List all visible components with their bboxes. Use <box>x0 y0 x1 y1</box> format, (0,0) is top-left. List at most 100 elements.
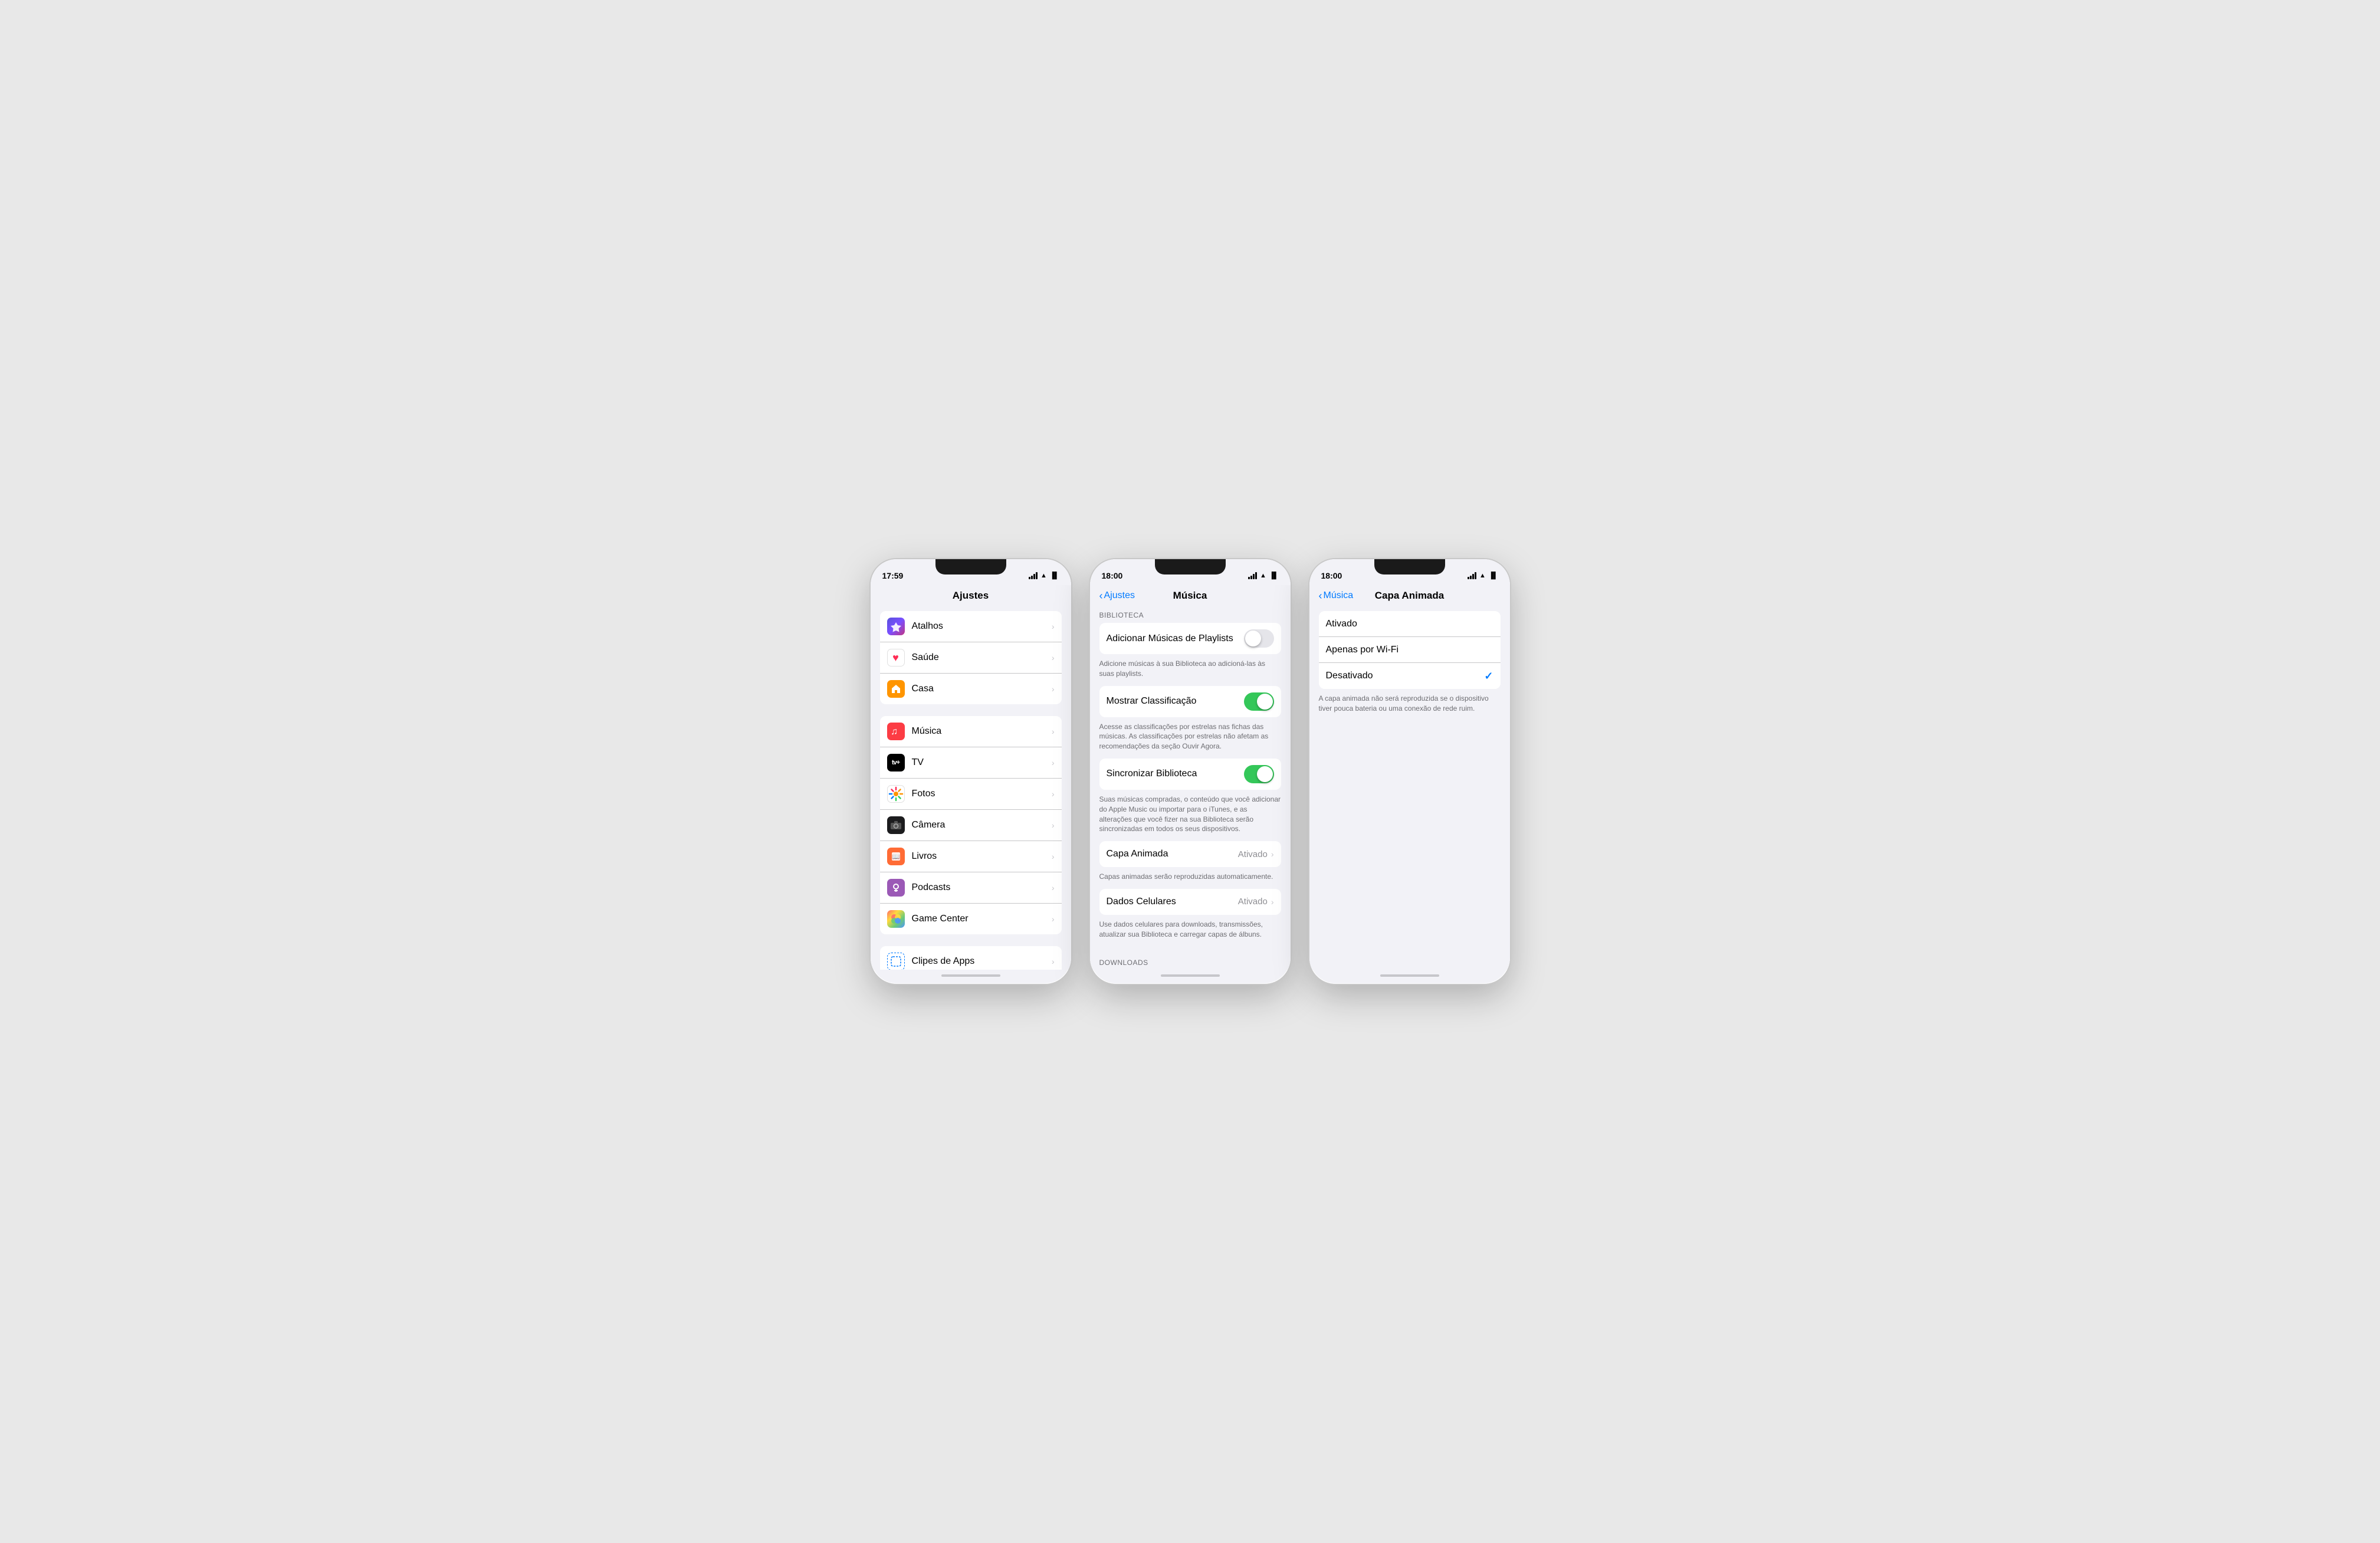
section-body-group1: Atalhos › ♥ Saúde › Casa <box>880 611 1062 704</box>
status-time-2: 18:00 <box>1102 571 1123 580</box>
capa-options-section: Ativado Apenas por Wi-Fi Desativado ✓ A … <box>1309 611 1510 721</box>
capa-animada-label: Capa Animada <box>1107 849 1238 859</box>
phone-capa-animada: 18:00 ▲ ▐▌ ‹ Música Capa Animada <box>1309 559 1510 984</box>
musica-back-button[interactable]: ‹ Ajustes <box>1099 590 1135 601</box>
list-item-podcasts[interactable]: Podcasts › <box>880 872 1062 904</box>
musica-icon: ♫ <box>887 723 905 740</box>
battery-icon-2: ▐▌ <box>1269 572 1279 579</box>
list-item-sincronizar[interactable]: Sincronizar Biblioteca <box>1099 759 1281 790</box>
list-item-capa-animada[interactable]: Capa Animada Ativado › <box>1099 841 1281 867</box>
list-item-apenas-wifi[interactable]: Apenas por Wi-Fi <box>1319 637 1501 663</box>
fotos-chevron: › <box>1052 789 1055 799</box>
musica-label: Música <box>912 726 1052 737</box>
notch-3 <box>1374 559 1445 574</box>
gamecenter-label: Game Center <box>912 914 1052 924</box>
back-chevron-icon: ‹ <box>1099 590 1103 601</box>
capa-description: A capa animada não será reproduzida se o… <box>1309 689 1510 721</box>
clipes-label: Clipes de Apps <box>912 956 1052 967</box>
list-item-adicionar-musicas[interactable]: Adicionar Músicas de Playlists <box>1099 623 1281 654</box>
sincronizar-toggle[interactable] <box>1244 765 1274 783</box>
dados-celulares-description: Use dados celulares para downloads, tran… <box>1090 915 1291 947</box>
capa-animada-value: Ativado <box>1238 849 1268 859</box>
home-bar-2 <box>1161 974 1220 977</box>
dados-celulares-label: Dados Celulares <box>1107 897 1238 907</box>
battery-icon: ▐▌ <box>1050 572 1059 579</box>
adicionar-musicas-label: Adicionar Músicas de Playlists <box>1107 633 1244 644</box>
musica-screen: ‹ Ajustes Música BIBLIOTECA Adicionar Mú… <box>1090 585 1291 970</box>
list-item-ativado[interactable]: Ativado <box>1319 611 1501 637</box>
dados-section-body: Dados Celulares Ativado › <box>1099 889 1281 915</box>
saude-chevron: › <box>1052 653 1055 662</box>
clipes-icon <box>887 953 905 970</box>
desativado-checkmark: ✓ <box>1484 670 1493 682</box>
list-item-mostrar-classificacao[interactable]: Mostrar Classificação <box>1099 686 1281 717</box>
list-item-casa[interactable]: Casa › <box>880 674 1062 704</box>
fotos-icon <box>887 785 905 803</box>
phone-musica: 18:00 ▲ ▐▌ ‹ Ajustes Música BIBLIOTECA <box>1090 559 1291 984</box>
musica-settings-list[interactable]: BIBLIOTECA Adicionar Músicas de Playlist… <box>1090 606 1291 970</box>
camera-chevron: › <box>1052 820 1055 830</box>
atalhos-chevron: › <box>1052 622 1055 631</box>
capa-back-button[interactable]: ‹ Música <box>1319 590 1354 601</box>
list-item-saude[interactable]: ♥ Saúde › <box>880 642 1062 674</box>
dados-celulares-value: Ativado <box>1238 897 1268 907</box>
mostrar-section-body: Mostrar Classificação <box>1099 686 1281 717</box>
downloads-header: DOWNLOADS <box>1090 958 1291 970</box>
camera-icon <box>887 816 905 834</box>
toggle-knob <box>1245 631 1261 646</box>
list-item-camera[interactable]: Câmera › <box>880 810 1062 841</box>
list-item-musica[interactable]: ♫ Música › <box>880 716 1062 747</box>
casa-label: Casa <box>912 684 1052 694</box>
capa-animada-description: Capas animadas serão reproduzidas automa… <box>1090 867 1291 889</box>
tv-icon: tv+ <box>887 754 905 771</box>
section-body-group2: ♫ Música › tv+ TV › <box>880 716 1062 934</box>
mostrar-classificacao-toggle[interactable] <box>1244 692 1274 711</box>
podcasts-chevron: › <box>1052 883 1055 892</box>
back-chevron-icon-3: ‹ <box>1319 590 1322 601</box>
tv-chevron: › <box>1052 758 1055 767</box>
list-item-atalhos[interactable]: Atalhos › <box>880 611 1062 642</box>
musica-title: Música <box>1173 590 1207 602</box>
list-item-tv[interactable]: tv+ TV › <box>880 747 1062 779</box>
list-item-fotos[interactable]: Fotos › <box>880 779 1062 810</box>
list-item-livros[interactable]: 📖 Livros › <box>880 841 1062 872</box>
desativado-label: Desativado <box>1326 671 1485 681</box>
status-icons-2: ▲ ▐▌ <box>1248 572 1278 579</box>
biblioteca-body: Adicionar Músicas de Playlists <box>1099 623 1281 654</box>
section-group1: Atalhos › ♥ Saúde › Casa <box>871 611 1071 704</box>
list-item-gamecenter[interactable]: Game Center › <box>880 904 1062 934</box>
section-body-group3: Clipes de Apps › ① 1Password › <box>880 946 1062 970</box>
atalhos-icon <box>887 618 905 635</box>
battery-icon-3: ▐▌ <box>1489 572 1498 579</box>
list-item-desativado[interactable]: Desativado ✓ <box>1319 663 1501 689</box>
camera-label: Câmera <box>912 820 1052 830</box>
podcasts-label: Podcasts <box>912 882 1052 893</box>
toggle-knob-2 <box>1257 694 1273 710</box>
wifi-icon-3: ▲ <box>1479 572 1486 579</box>
list-item-clipes[interactable]: Clipes de Apps › <box>880 946 1062 970</box>
status-time-3: 18:00 <box>1321 571 1342 580</box>
tv-label: TV <box>912 757 1052 768</box>
list-item-dados-celulares[interactable]: Dados Celulares Ativado › <box>1099 889 1281 915</box>
signal-icon-2 <box>1248 572 1257 579</box>
section-group2: ♫ Música › tv+ TV › <box>871 716 1071 934</box>
livros-label: Livros <box>912 851 1052 862</box>
ajustes-nav-header: Ajustes <box>871 585 1071 606</box>
capa-dados-section-body: Capa Animada Ativado › <box>1099 841 1281 867</box>
ativado-option-label: Ativado <box>1326 619 1493 629</box>
home-indicator-3 <box>1309 970 1510 984</box>
capa-back-label: Música <box>1324 590 1354 601</box>
ajustes-list[interactable]: Atalhos › ♥ Saúde › Casa <box>871 606 1071 970</box>
capa-animada-chevron: › <box>1271 849 1274 859</box>
capa-animada-list[interactable]: Ativado Apenas por Wi-Fi Desativado ✓ A … <box>1309 606 1510 970</box>
adicionar-musicas-toggle[interactable] <box>1244 629 1274 648</box>
home-indicator <box>871 970 1071 984</box>
sincronizar-label: Sincronizar Biblioteca <box>1107 769 1244 779</box>
section-downloads: DOWNLOADS Músicas Baixadas 1,06 GB › Oti… <box>1090 958 1291 970</box>
signal-icon-3 <box>1468 572 1476 579</box>
ajustes-screen: Ajustes Atalhos › ♥ <box>871 585 1071 970</box>
wifi-icon-2: ▲ <box>1260 572 1266 579</box>
saude-label: Saúde <box>912 652 1052 663</box>
ajustes-title: Ajustes <box>953 590 989 602</box>
status-icons-3: ▲ ▐▌ <box>1468 572 1498 579</box>
